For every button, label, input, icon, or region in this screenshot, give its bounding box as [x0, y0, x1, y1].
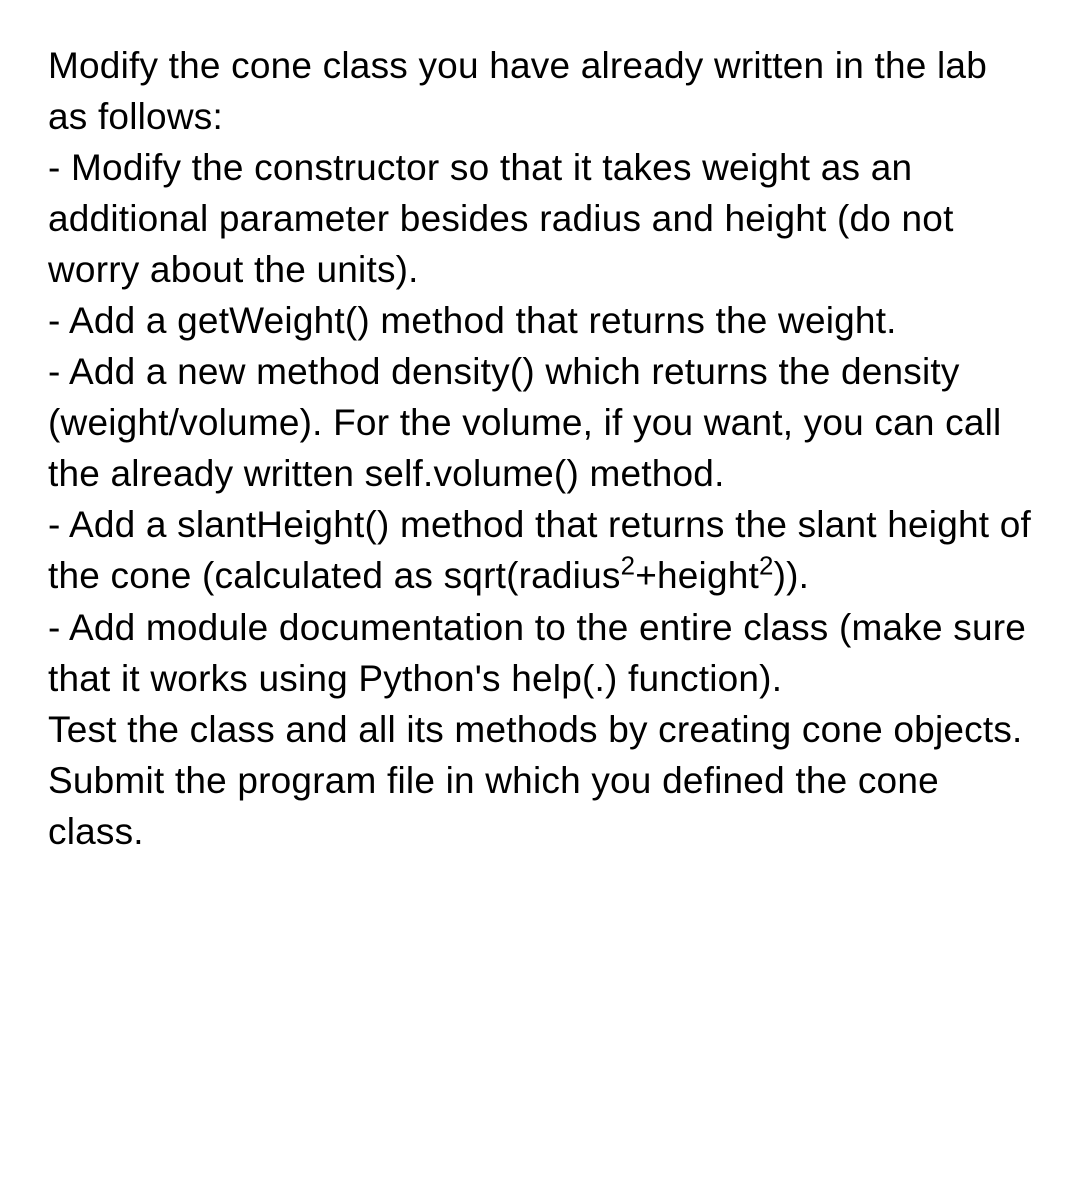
bullet-2: - Add a getWeight() method that returns … [48, 295, 1032, 346]
superscript-1: 2 [621, 553, 636, 581]
bullet-4: - Add a slantHeight() method that return… [48, 499, 1032, 601]
bullet-3: - Add a new method density() which retur… [48, 346, 1032, 499]
bullet-5: - Add module documentation to the entire… [48, 602, 1032, 704]
closing-paragraph: Test the class and all its methods by cr… [48, 704, 1032, 857]
superscript-2: 2 [759, 553, 774, 581]
intro-paragraph: Modify the cone class you have already w… [48, 40, 1032, 142]
bullet-1: - Modify the constructor so that it take… [48, 142, 1032, 295]
assignment-text: Modify the cone class you have already w… [48, 40, 1032, 857]
